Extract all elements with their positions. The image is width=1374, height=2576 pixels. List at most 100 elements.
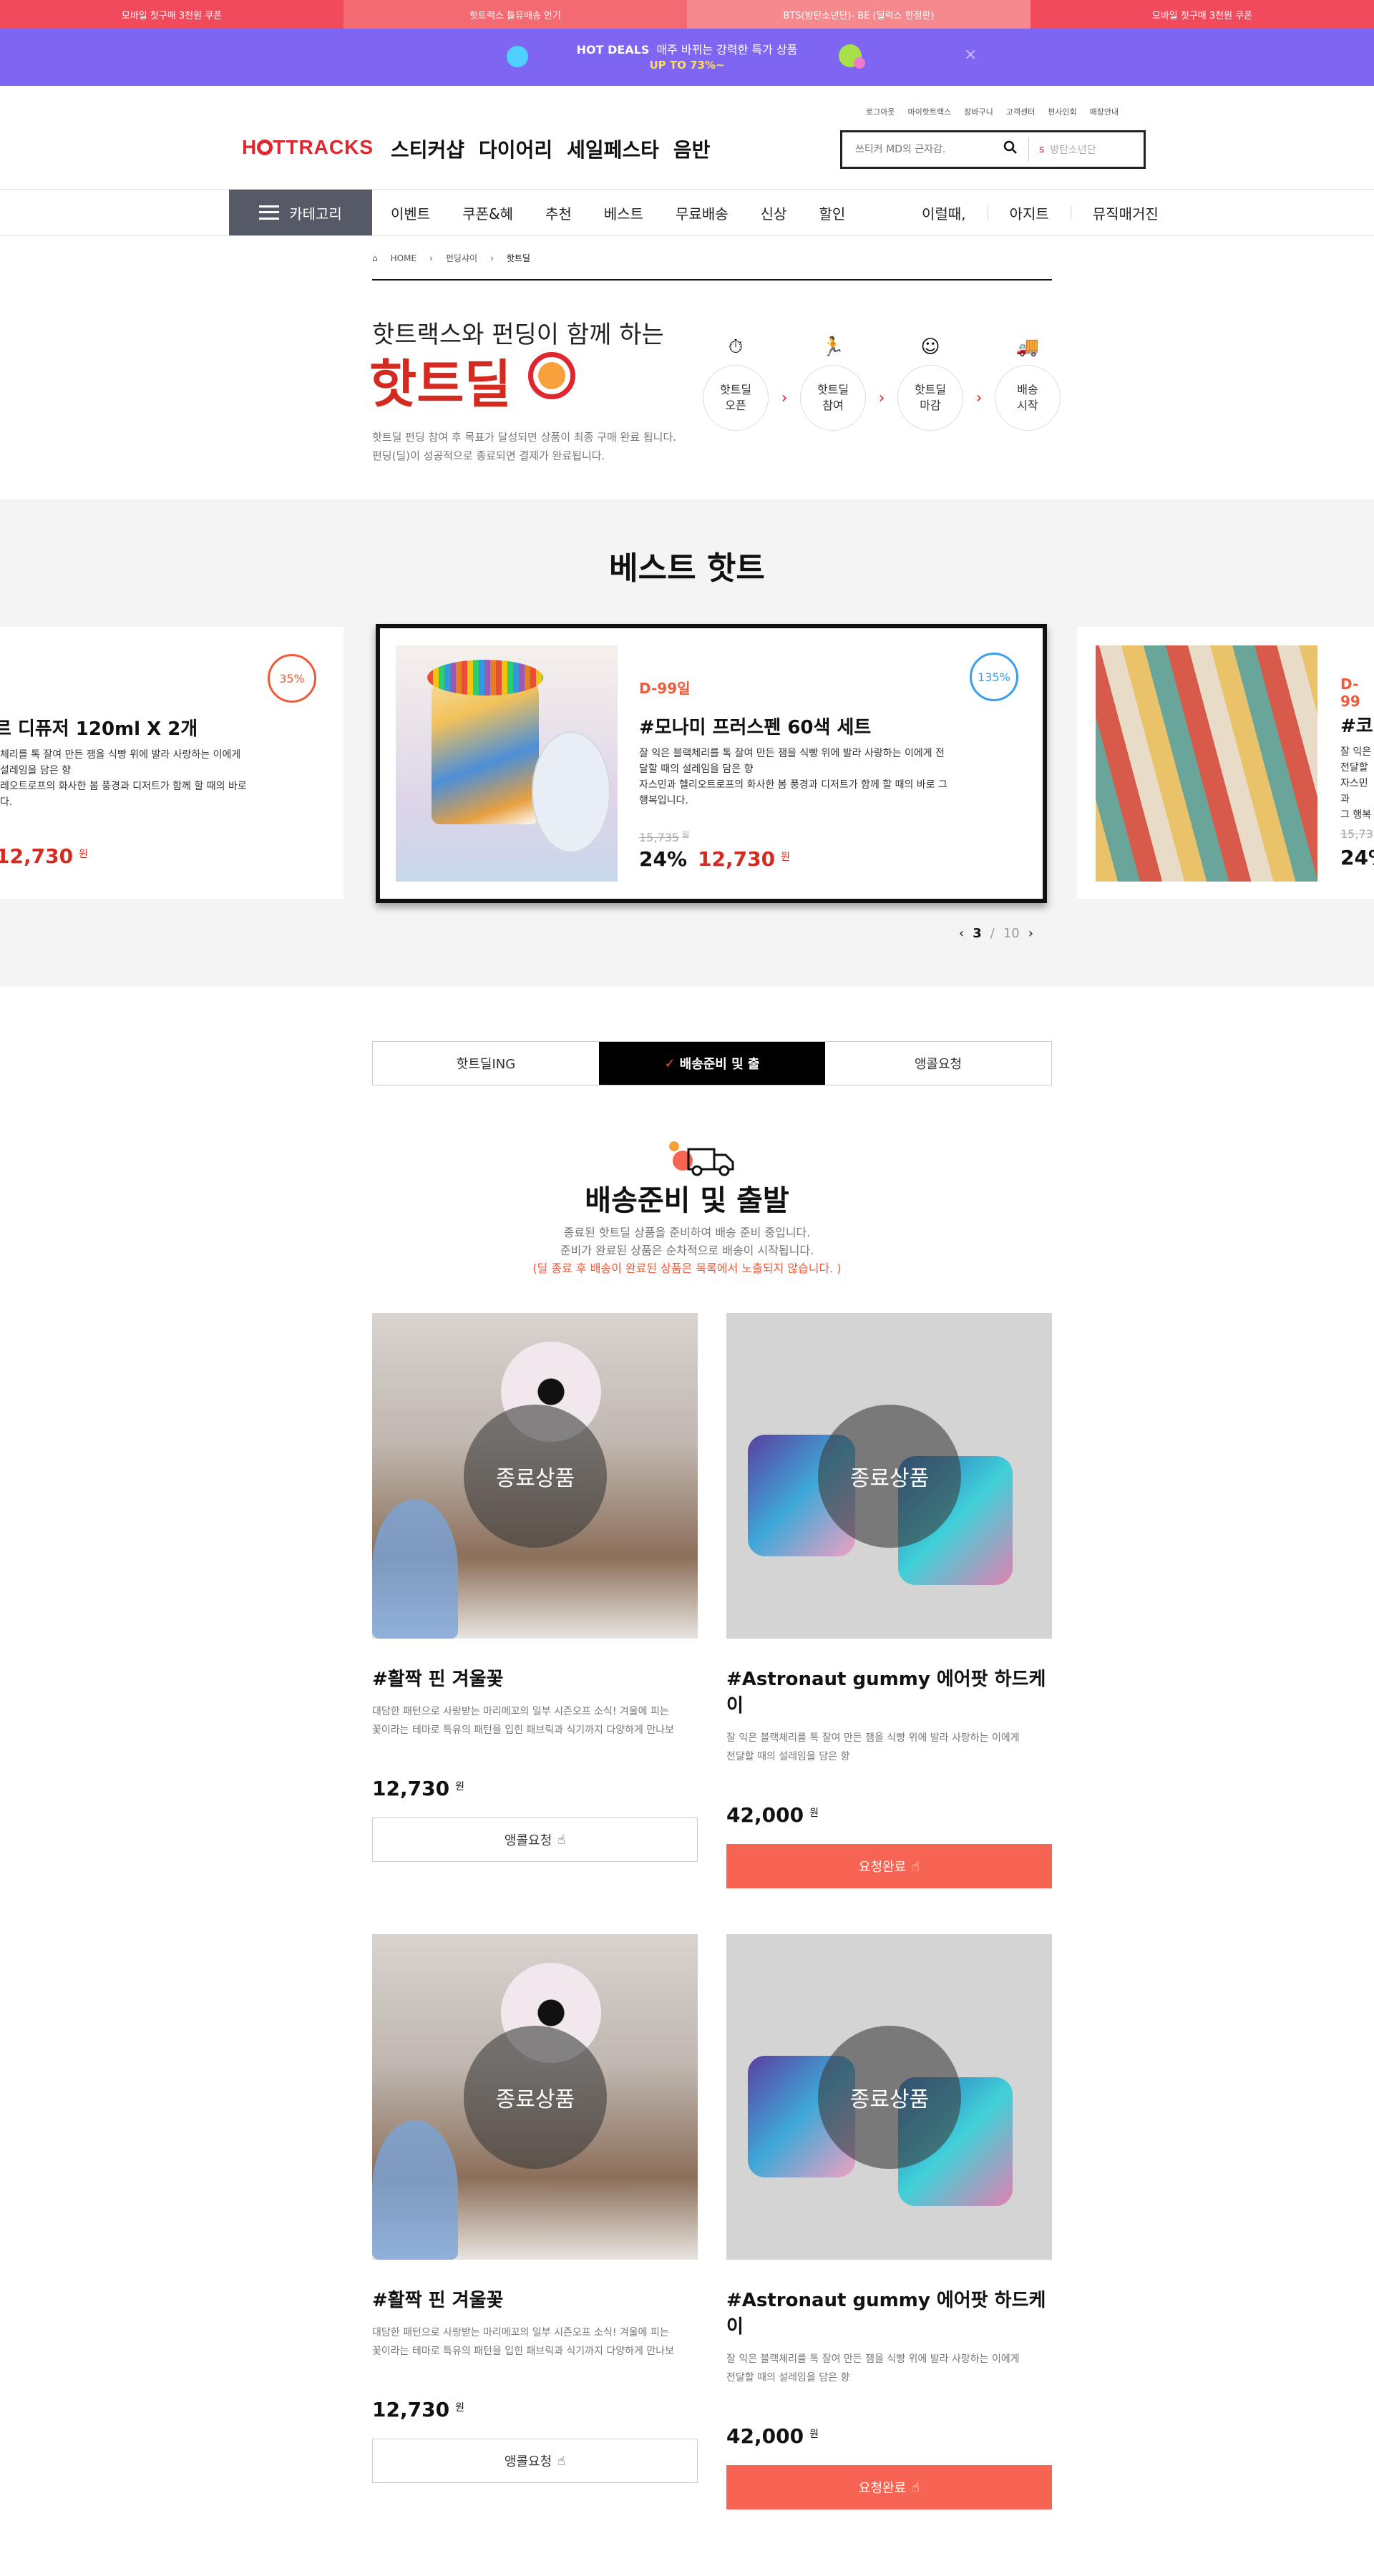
search-icon[interactable]: [993, 140, 1028, 159]
hot-deal-subtitle: 매주 바뀌는 강력한 특가 상품: [656, 43, 798, 57]
request-done-button[interactable]: 요청완료 ☝: [726, 2465, 1052, 2509]
product-name: #Astronaut gummy 에어팟 하드케이: [726, 2290, 1046, 2338]
nav-agit[interactable]: 아지트: [1010, 203, 1049, 223]
menu-sticker-shop[interactable]: 스티커샵: [391, 135, 464, 163]
product-desc: 대담한 패턴으로 사랑받는 마리메꼬의 일부 시즌오프 소식! 겨울에 피는 꽃이…: [372, 2327, 674, 2357]
keyword-text: 방탄소년단: [1050, 145, 1096, 156]
product-image: [396, 645, 618, 882]
encore-request-button[interactable]: 앵콜요청 ☝: [372, 1818, 698, 1862]
breadcrumb-funding[interactable]: 펀딩샤이: [446, 252, 477, 264]
search-input[interactable]: [842, 132, 993, 167]
tab-shipping[interactable]: ✓ 배송준비 및 출: [599, 1042, 825, 1085]
ended-overlay: 종료상품: [464, 2026, 607, 2169]
product-title: #코: [1340, 716, 1373, 737]
truck-icon: 🚚: [1015, 336, 1040, 358]
product-image: 종료상품: [372, 1313, 698, 1639]
keyword-icon: s: [1039, 144, 1045, 155]
nav-recommend[interactable]: 추천: [545, 203, 572, 223]
product-desc: 대담한 패턴으로 사랑받는 마리메꼬의 일부 시즌오프 소식! 겨울에 피는 꽃이…: [372, 1706, 674, 1736]
hottracks-logo[interactable]: H TTRACKS: [242, 136, 374, 159]
best-card-next[interactable]: D-99 #코 잘 익은전달할자스민과그 행복 15,73 24%: [1077, 627, 1374, 899]
utility-links: 로그아웃 마이핫트랙스 장바구니 고객센터 편사인회 매장안내: [866, 106, 1119, 117]
cart-link[interactable]: 장바구니: [964, 106, 993, 117]
tab-hotdeal-ing[interactable]: 핫트딜ING: [373, 1042, 599, 1085]
product-card[interactable]: 종료상품 #활짝 핀 겨울꽃 대담한 패턴으로 사랑받는 마리메꼬의 일부 시즌…: [372, 1934, 698, 2483]
main-menu: 스티커샵 다이어리 세일페스타 음반: [391, 135, 710, 163]
hot-deal-banner[interactable]: HOT DEALS 매주 바뀌는 강력한 특가 상품 UP TO 73%~ ×: [0, 29, 1374, 86]
page-total: 10: [1003, 926, 1020, 941]
customer-center-link[interactable]: 고객센터: [1006, 106, 1035, 117]
nav-coupon[interactable]: 쿠폰&혜: [462, 203, 513, 223]
chevron-right-icon: ›: [781, 389, 788, 407]
hot-deal-discount: UP TO 73%~: [649, 59, 725, 72]
hand-pointer-icon: ☝: [557, 1832, 566, 1848]
original-price: 15,735 원: [639, 830, 690, 844]
discount-rate: 24%: [639, 847, 688, 871]
nav-when[interactable]: 이럴때,: [922, 203, 966, 223]
section-description: 종료된 핫트딜 상품을 준비하여 배송 준비 중입니다. 준비가 완료된 상품은…: [0, 1224, 1374, 1277]
product-image: 종료상품: [372, 1934, 698, 2260]
request-done-button[interactable]: 요청완료 ☝: [726, 1844, 1052, 1888]
original-price: 15,73: [1340, 827, 1373, 841]
product-name: #활짝 핀 겨울꽃: [372, 1669, 504, 1690]
chevron-right-icon[interactable]: ›: [1028, 926, 1033, 941]
intro-desc-line: 펀딩(딜)이 성공적으로 종료되면 결제가 완료됩니다.: [372, 449, 605, 462]
check-icon: ✓: [664, 1055, 676, 1071]
hot-deal-title: HOT DEALS: [576, 43, 650, 57]
step-open: ⏱ 핫트딜 오픈: [703, 336, 769, 431]
best-card-prev[interactable]: 35% 르 디퓨저 120ml X 2개 체리를 톡 잘여 만든 잼을 식빵 위…: [0, 627, 344, 899]
section-warning: (딜 종료 후 배송이 완료된 상품은 목록에서 노출되지 않습니다. ): [532, 1262, 842, 1275]
product-price: 12,730 원: [372, 1777, 464, 1800]
product-image: 종료상품: [726, 1934, 1052, 2260]
product-price: 12,730 원: [698, 847, 790, 871]
breadcrumb-home[interactable]: HOME: [391, 253, 416, 263]
promo-tab[interactable]: BTS(방탄소년단)- BE (딜럭스 한정판): [687, 0, 1030, 29]
best-card-current[interactable]: D-99일 135% #모나미 프러스펜 60색 세트 잘 익은 블랙체리를 톡…: [376, 624, 1047, 903]
promo-tab[interactable]: 모바일 첫구매 3천원 쿠폰: [0, 0, 344, 29]
nav-new[interactable]: 신상: [761, 203, 787, 223]
hand-pointer-icon: ☝: [557, 2453, 566, 2469]
product-price: 42,000 원: [726, 1803, 819, 1827]
search-box: s 방탄소년단: [840, 130, 1146, 169]
chevron-left-icon[interactable]: ‹: [959, 926, 964, 941]
page-current: 3: [973, 926, 982, 941]
menu-diary[interactable]: 다이어리: [479, 135, 552, 163]
product-card[interactable]: 종료상품 #활짝 핀 겨울꽃 대담한 패턴으로 사랑받는 마리메꼬의 일부 시즌…: [372, 1313, 698, 1862]
nav-sale[interactable]: 할인: [819, 203, 845, 223]
product-price: 42,000 원: [726, 2424, 819, 2448]
popular-keyword[interactable]: s 방탄소년단: [1028, 137, 1144, 162]
my-hottracks-link[interactable]: 마이핫트랙스: [907, 106, 951, 117]
smile-icon: ☺: [920, 336, 940, 358]
d-day-label: D-99: [1340, 675, 1360, 710]
product-image: [1096, 645, 1317, 882]
tab-encore[interactable]: 앵콜요청: [825, 1042, 1051, 1085]
timer-icon: ⏱: [728, 336, 744, 358]
promo-tab[interactable]: 핫트랙스 틀뮤배송 안기: [344, 0, 687, 29]
close-icon[interactable]: ×: [964, 46, 977, 64]
logout-link[interactable]: 로그아웃: [866, 106, 895, 117]
carousel-pager: ‹ 3 / 10 ›: [959, 926, 1033, 941]
promo-tab[interactable]: 모바일 첫구매 3천원 쿠폰: [1030, 0, 1374, 29]
chevron-right-icon: ›: [878, 389, 885, 407]
ended-overlay: 종료상품: [818, 1405, 961, 1548]
product-desc: 잘 익은 블랙체리를 톡 잘여 만든 잼을 식빵 위에 발라 사랑하는 이에게 …: [639, 748, 947, 806]
discount-rate: 24%: [1340, 846, 1374, 869]
product-desc: 잘 익은 블랙체리를 톡 잘여 만든 잼을 식빵 위에 발라 사랑하는 이에게 전…: [726, 2353, 1020, 2384]
nav-music-magazine[interactable]: 뮤직매거진: [1093, 203, 1159, 223]
encore-request-button[interactable]: 앵콜요청 ☝: [372, 2439, 698, 2483]
nav-free-shipping[interactable]: 무료배송: [676, 203, 729, 223]
product-card[interactable]: 종료상품 #Astronaut gummy 에어팟 하드케이 잘 익은 블랙체리…: [726, 1313, 1052, 1888]
top-promo-bar: 모바일 첫구매 3천원 쿠폰 핫트랙스 틀뮤배송 안기 BTS(방탄소년단)- …: [0, 0, 1374, 29]
nav-event[interactable]: 이벤트: [391, 203, 430, 223]
menu-sale-festa[interactable]: 세일페스타: [567, 135, 659, 163]
breadcrumb-sep: ›: [429, 253, 433, 263]
signing-link[interactable]: 편사인회: [1048, 106, 1076, 117]
hand-pointer-icon: ☝: [912, 1858, 920, 1874]
menu-music[interactable]: 음반: [673, 135, 711, 163]
home-icon[interactable]: ⌂: [372, 253, 378, 263]
product-title: #모나미 프러스펜 60색 세트: [639, 717, 872, 738]
category-button[interactable]: 카테고리: [229, 190, 372, 235]
nav-best[interactable]: 베스트: [604, 203, 643, 223]
store-info-link[interactable]: 매장안내: [1090, 106, 1119, 117]
product-card[interactable]: 종료상품 #Astronaut gummy 에어팟 하드케이 잘 익은 블랙체리…: [726, 1934, 1052, 2509]
